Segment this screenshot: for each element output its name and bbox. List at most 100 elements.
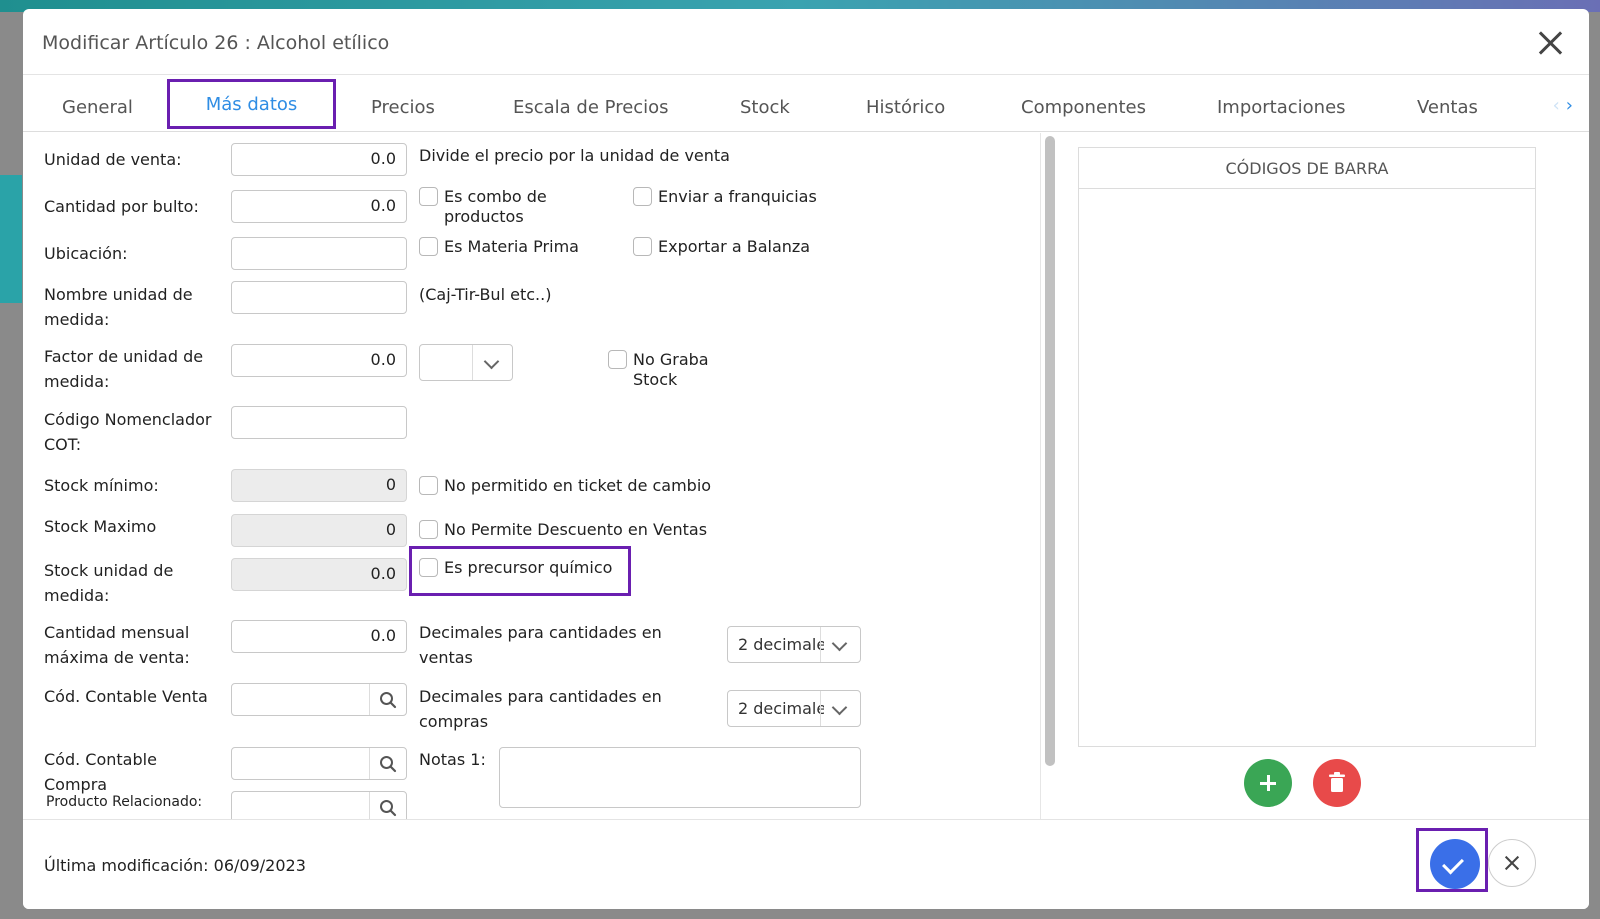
decimales-compras-label: Decimales para cantidades en compras — [419, 684, 662, 734]
barcode-panel: CÓDIGOS DE BARRA — [1078, 147, 1536, 747]
decimales-ventas-label: Decimales para cantidades en ventas — [419, 620, 662, 670]
search-icon[interactable] — [369, 748, 406, 779]
barcode-panel-header: CÓDIGOS DE BARRA — [1079, 148, 1535, 189]
no-graba-stock-label: No Graba Stock — [633, 350, 709, 390]
tab-mas-datos[interactable]: Más datos — [167, 79, 336, 129]
scrollbar-thumb[interactable] — [1045, 136, 1055, 766]
nombre-unidad-label-line1: Nombre unidad de — [44, 285, 193, 304]
chevron-down-icon — [820, 627, 860, 662]
no-permitido-ticket-label: No permitido en ticket de cambio — [444, 476, 712, 495]
nombre-unidad-label-line2: medida: — [44, 310, 110, 329]
exportar-balanza-label: Exportar a Balanza — [658, 237, 811, 256]
producto-relacionado-label: Producto Relacionado: — [46, 794, 203, 810]
factor-unidad-select[interactable] — [419, 344, 513, 381]
decimales-ventas-select[interactable]: 2 decimales — [727, 626, 861, 663]
tab-componentes[interactable]: Componentes — [1021, 75, 1146, 132]
chevron-down-icon — [472, 345, 512, 380]
no-permite-descuento-label: No Permite Descuento en Ventas — [444, 520, 708, 539]
cod-contable-compra-label: Cód. Contable Compra — [44, 747, 157, 797]
cantidad-bulto-input[interactable]: 0.0 — [231, 190, 407, 223]
decimales-compras-select-value: 2 decimales — [738, 699, 824, 718]
tab-precios[interactable]: Precios — [371, 75, 435, 132]
tab-bar: General Más datos Precios Escala de Prec… — [23, 75, 1589, 132]
tab-stock[interactable]: Stock — [740, 75, 790, 132]
stock-minimo-input: 0 — [231, 469, 407, 502]
enviar-franquicias-checkbox[interactable] — [633, 187, 652, 206]
dialog-title: Modificar Artículo 26 : Alcohol etílico — [42, 32, 390, 54]
codigo-nomenclador-label: Código Nomenclador COT: — [44, 407, 212, 457]
background-sidebar-accent — [0, 175, 22, 303]
cod-contable-compra-input[interactable] — [231, 747, 407, 780]
delete-barcode-button[interactable] — [1313, 759, 1361, 807]
cod-contable-compra-label-line1: Cód. Contable — [44, 750, 157, 769]
no-permitido-ticket-checkbox[interactable] — [419, 476, 438, 495]
decimales-ventas-select-value: 2 decimales — [738, 635, 824, 654]
no-graba-stock-label-line2: Stock — [633, 370, 678, 389]
search-icon[interactable] — [369, 684, 406, 715]
tab-escala-precios[interactable]: Escala de Precios — [513, 75, 669, 132]
codigo-nomenclador-input[interactable] — [231, 406, 407, 439]
decimales-ventas-label-line2: ventas — [419, 648, 473, 667]
chevron-left-icon[interactable]: ‹ — [1553, 95, 1560, 116]
es-combo-label-line2: productos — [444, 207, 524, 226]
close-icon[interactable] — [1535, 27, 1567, 59]
tab-general[interactable]: General — [62, 75, 133, 132]
nombre-unidad-label: Nombre unidad de medida: — [44, 282, 193, 332]
cantidad-mensual-input[interactable]: 0.0 — [231, 620, 407, 653]
cancel-button[interactable] — [1488, 839, 1536, 887]
form-scrollbar[interactable] — [1040, 133, 1060, 828]
ubicacion-input[interactable] — [231, 237, 407, 270]
unidad-venta-hint: Divide el precio por la unidad de venta — [419, 146, 730, 165]
decimales-compras-select[interactable]: 2 decimales — [727, 690, 861, 727]
stock-minimo-label: Stock mínimo: — [44, 476, 159, 495]
stock-maximo-label: Stock Maximo — [44, 517, 157, 536]
dialog-footer: Última modificación: 06/09/2023 — [23, 819, 1589, 909]
exportar-balanza-checkbox[interactable] — [633, 237, 652, 256]
chevron-right-icon[interactable]: › — [1566, 95, 1573, 116]
es-combo-label-line1: Es combo de — [444, 187, 547, 206]
es-materia-prima-checkbox[interactable] — [419, 237, 438, 256]
nombre-unidad-input[interactable] — [231, 281, 407, 314]
no-graba-stock-label-line1: No Graba — [633, 350, 709, 369]
no-graba-stock-checkbox[interactable] — [608, 350, 627, 369]
factor-unidad-label-line2: medida: — [44, 372, 110, 391]
codigo-nomenclador-label-line2: COT: — [44, 435, 82, 454]
precursor-quimico-checkbox[interactable] — [419, 558, 438, 577]
notas1-textarea[interactable] — [499, 747, 861, 808]
decimales-ventas-label-line1: Decimales para cantidades en — [419, 623, 662, 642]
no-permite-descuento-checkbox[interactable] — [419, 520, 438, 539]
factor-unidad-input[interactable]: 0.0 — [231, 344, 407, 377]
notas1-label: Notas 1: — [419, 750, 486, 769]
es-combo-checkbox[interactable] — [419, 187, 438, 206]
cantidad-mensual-label: Cantidad mensual máxima de venta: — [44, 620, 190, 670]
stock-unidad-input: 0.0 — [231, 558, 407, 591]
tab-historico[interactable]: Histórico — [866, 75, 945, 132]
mas-datos-form: Unidad de venta: 0.0 Divide el precio po… — [23, 133, 1038, 828]
codigo-nomenclador-label-line1: Código Nomenclador — [44, 410, 212, 429]
last-modified-text: Última modificación: 06/09/2023 — [44, 856, 306, 875]
stock-unidad-label-line2: medida: — [44, 586, 110, 605]
cantidad-mensual-label-line2: máxima de venta: — [44, 648, 190, 667]
cod-contable-venta-input[interactable] — [231, 683, 407, 716]
cantidad-mensual-label-line1: Cantidad mensual — [44, 623, 190, 642]
enviar-franquicias-label: Enviar a franquicias — [658, 187, 817, 206]
trash-icon — [1329, 772, 1345, 792]
ubicacion-label: Ubicación: — [44, 244, 128, 263]
tab-ventas[interactable]: Ventas — [1417, 75, 1478, 132]
cantidad-bulto-label: Cantidad por bulto: — [44, 197, 199, 216]
factor-unidad-label: Factor de unidad de medida: — [44, 344, 203, 394]
confirm-button[interactable] — [1430, 839, 1480, 889]
es-combo-label: Es combo de productos — [444, 187, 547, 227]
es-materia-prima-label: Es Materia Prima — [444, 237, 579, 256]
unidad-venta-input[interactable]: 0.0 — [231, 143, 407, 176]
tab-scroll-arrows: ‹ › — [1553, 95, 1573, 116]
add-barcode-button[interactable] — [1244, 759, 1292, 807]
stock-unidad-label: Stock unidad de medida: — [44, 558, 173, 608]
decimales-compras-label-line1: Decimales para cantidades en — [419, 687, 662, 706]
unidad-venta-label: Unidad de venta: — [44, 150, 182, 169]
factor-unidad-label-line1: Factor de unidad de — [44, 347, 204, 366]
cod-contable-venta-label: Cód. Contable Venta — [44, 687, 208, 706]
modify-article-dialog: Modificar Artículo 26 : Alcohol etílico … — [23, 9, 1589, 909]
tab-importaciones[interactable]: Importaciones — [1217, 75, 1346, 132]
decimales-compras-label-line2: compras — [419, 712, 489, 731]
